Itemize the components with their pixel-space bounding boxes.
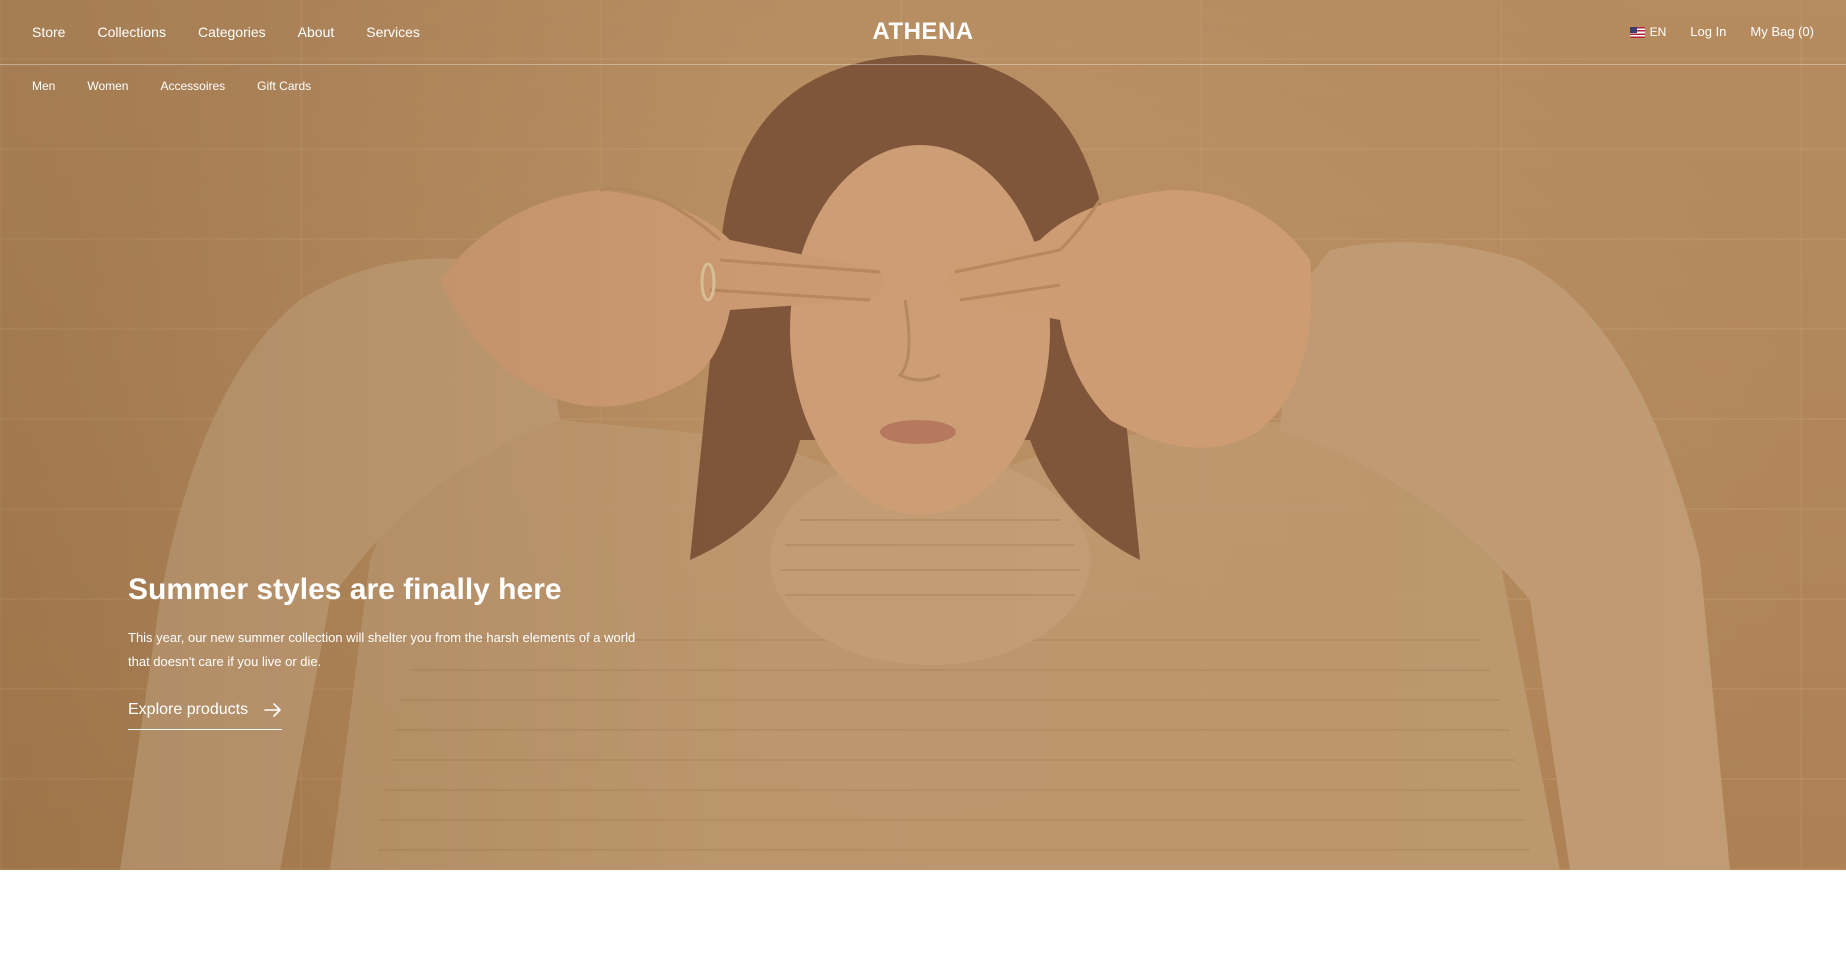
hero-copy: Summer styles are finally here This year… — [128, 570, 648, 730]
hero-overlay — [0, 0, 1846, 870]
hero-title: Summer styles are finally here — [128, 573, 562, 606]
explore-products-link[interactable]: Explore products — [128, 700, 283, 730]
top-navigation: Store Collections Categories About Servi… — [0, 0, 1846, 65]
subnav-men-link[interactable]: Men — [32, 77, 55, 95]
primary-nav: Store Collections Categories About Servi… — [32, 22, 420, 42]
nav-about-link[interactable]: About — [298, 22, 335, 42]
language-code: EN — [1649, 25, 1667, 39]
login-link[interactable]: Log In — [1690, 22, 1726, 42]
hero-section — [0, 0, 1846, 870]
us-flag-icon — [1629, 26, 1645, 38]
nav-categories-link[interactable]: Categories — [198, 22, 266, 42]
subnav-women-link[interactable]: Women — [87, 77, 128, 95]
brand-logo[interactable]: ATHENA — [872, 18, 973, 45]
subnav-gift-cards-link[interactable]: Gift Cards — [257, 77, 311, 95]
secondary-nav: Men Women Accessoires Gift Cards — [32, 77, 311, 95]
explore-products-label: Explore products — [128, 701, 249, 718]
language-selector[interactable]: EN — [1629, 25, 1667, 39]
nav-services-link[interactable]: Services — [366, 22, 420, 42]
nav-store-link[interactable]: Store — [32, 22, 65, 42]
bag-link[interactable]: My Bag (0) — [1750, 22, 1814, 42]
account-nav: EN Log In My Bag (0) — [1629, 22, 1814, 42]
arrow-right-icon — [264, 703, 281, 717]
nav-collections-link[interactable]: Collections — [97, 22, 165, 42]
hero-description: This year, our new summer collection wil… — [128, 630, 636, 669]
subnav-accessoires-link[interactable]: Accessoires — [160, 77, 225, 95]
